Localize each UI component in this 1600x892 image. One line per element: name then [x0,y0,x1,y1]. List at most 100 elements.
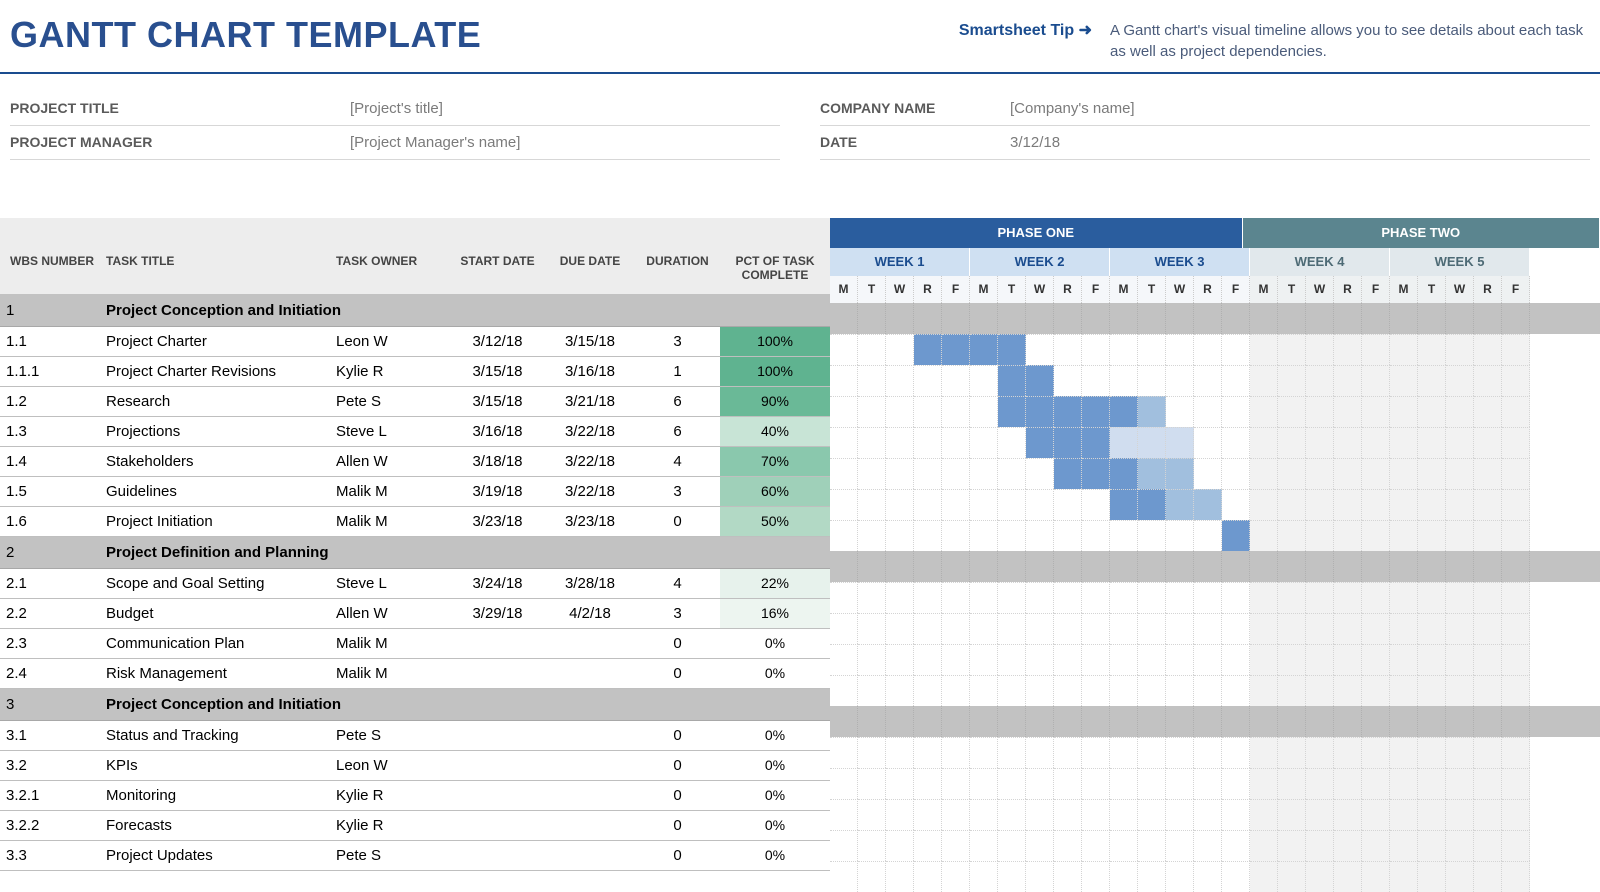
task-pct: 0% [720,721,830,750]
smartsheet-tip-link[interactable]: Smartsheet Tip ➜ [959,20,1092,40]
task-duration: 0 [635,751,720,780]
grid-section-row [830,551,1600,582]
task-row[interactable]: 2.4Risk ManagementMalik M00% [0,659,830,689]
col-start: START DATE [450,218,545,294]
day-header: M [1390,276,1418,303]
grid-task-row [830,613,1600,644]
task-start [450,659,545,688]
day-header: F [942,276,970,303]
task-wbs: 2.3 [0,629,100,658]
task-start: 3/24/18 [450,569,545,598]
task-row[interactable]: 1.5GuidelinesMalik M3/19/183/22/18360% [0,477,830,507]
grid-task-row [830,675,1600,706]
tip-text: A Gantt chart's visual timeline allows y… [1110,20,1590,62]
task-row[interactable]: 1.2ResearchPete S3/15/183/21/18690% [0,387,830,417]
task-due: 3/28/18 [545,569,635,598]
day-header: R [1334,276,1362,303]
task-duration: 0 [635,781,720,810]
task-row[interactable]: 3.2.1MonitoringKylie R00% [0,781,830,811]
task-wbs: 2.4 [0,659,100,688]
section-row[interactable]: 2Project Definition and Planning [0,537,830,569]
task-duration: 0 [635,659,720,688]
task-row[interactable]: 2.3Communication PlanMalik M00% [0,629,830,659]
task-start [450,751,545,780]
task-row[interactable]: 2.1Scope and Goal SettingSteve L3/24/183… [0,569,830,599]
task-row[interactable]: 1.6Project InitiationMalik M3/23/183/23/… [0,507,830,537]
task-row[interactable]: 3.2.2ForecastsKylie R00% [0,811,830,841]
day-header: F [1082,276,1110,303]
task-wbs: 1.4 [0,447,100,476]
task-row[interactable]: 1.3ProjectionsSteve L3/16/183/22/18640% [0,417,830,447]
task-owner: Malik M [330,477,450,506]
task-due [545,659,635,688]
day-header: W [1306,276,1334,303]
section-title: Project Conception and Initiation [100,689,830,720]
day-header: W [1026,276,1054,303]
section-row[interactable]: 3Project Conception and Initiation [0,689,830,721]
day-header: W [1166,276,1194,303]
task-pct: 0% [720,659,830,688]
grid-task-row [830,768,1600,799]
col-duration: DURATION [635,218,720,294]
task-pct: 50% [720,507,830,536]
task-due [545,781,635,810]
day-header: T [1278,276,1306,303]
task-duration: 3 [635,477,720,506]
task-start [450,811,545,840]
task-wbs: 2.1 [0,569,100,598]
task-row[interactable]: 3.2KPIsLeon W00% [0,751,830,781]
week-header: WEEK 4 [1250,248,1390,276]
task-title: Scope and Goal Setting [100,569,330,598]
task-wbs: 1.6 [0,507,100,536]
task-duration: 3 [635,599,720,628]
week-header: WEEK 5 [1390,248,1530,276]
page-title: GANTT CHART TEMPLATE [10,14,481,56]
grid-task-row [830,644,1600,675]
calendar-grid [830,303,1600,892]
task-row[interactable]: 1.1Project CharterLeon W3/12/183/15/1831… [0,327,830,357]
day-header: T [998,276,1026,303]
task-due: 3/22/18 [545,417,635,446]
task-due [545,811,635,840]
task-start: 3/15/18 [450,357,545,386]
task-due: 3/23/18 [545,507,635,536]
task-pct: 0% [720,629,830,658]
task-due: 4/2/18 [545,599,635,628]
task-due [545,629,635,658]
task-start: 3/19/18 [450,477,545,506]
project-title-value[interactable]: [Project's title] [350,100,443,117]
section-row[interactable]: 1Project Conception and Initiation [0,295,830,327]
date-label: DATE [820,134,1010,151]
task-owner: Kylie R [330,781,450,810]
task-duration: 6 [635,417,720,446]
task-start: 3/23/18 [450,507,545,536]
day-header: F [1222,276,1250,303]
section-title: Project Definition and Planning [100,537,830,568]
header: GANTT CHART TEMPLATE Smartsheet Tip ➜ A … [0,0,1600,74]
task-row[interactable]: 3.1Status and TrackingPete S00% [0,721,830,751]
task-row[interactable]: 3.3Project UpdatesPete S00% [0,841,830,871]
task-duration: 6 [635,387,720,416]
task-row[interactable]: 2.2BudgetAllen W3/29/184/2/18316% [0,599,830,629]
day-header: M [830,276,858,303]
task-header-row: WBS NUMBER TASK TITLE TASK OWNER START D… [0,218,830,295]
task-due [545,721,635,750]
week-header: WEEK 3 [1110,248,1250,276]
task-wbs: 1.2 [0,387,100,416]
task-row[interactable]: 1.1.1Project Charter RevisionsKylie R3/1… [0,357,830,387]
task-start: 3/15/18 [450,387,545,416]
col-wbs: WBS NUMBER [0,218,100,294]
task-start [450,781,545,810]
task-pct: 0% [720,751,830,780]
grid-task-row [830,489,1600,520]
task-pct: 0% [720,841,830,870]
company-name-value[interactable]: [Company's name] [1010,100,1135,117]
phase-row: PHASE ONEPHASE TWO [830,218,1600,248]
gantt-chart: WBS NUMBER TASK TITLE TASK OWNER START D… [0,218,1600,892]
task-duration: 0 [635,507,720,536]
task-row[interactable]: 1.4StakeholdersAllen W3/18/183/22/18470% [0,447,830,477]
project-manager-value[interactable]: [Project Manager's name] [350,134,520,151]
task-owner: Kylie R [330,357,450,386]
date-value[interactable]: 3/12/18 [1010,134,1060,151]
task-title: Budget [100,599,330,628]
